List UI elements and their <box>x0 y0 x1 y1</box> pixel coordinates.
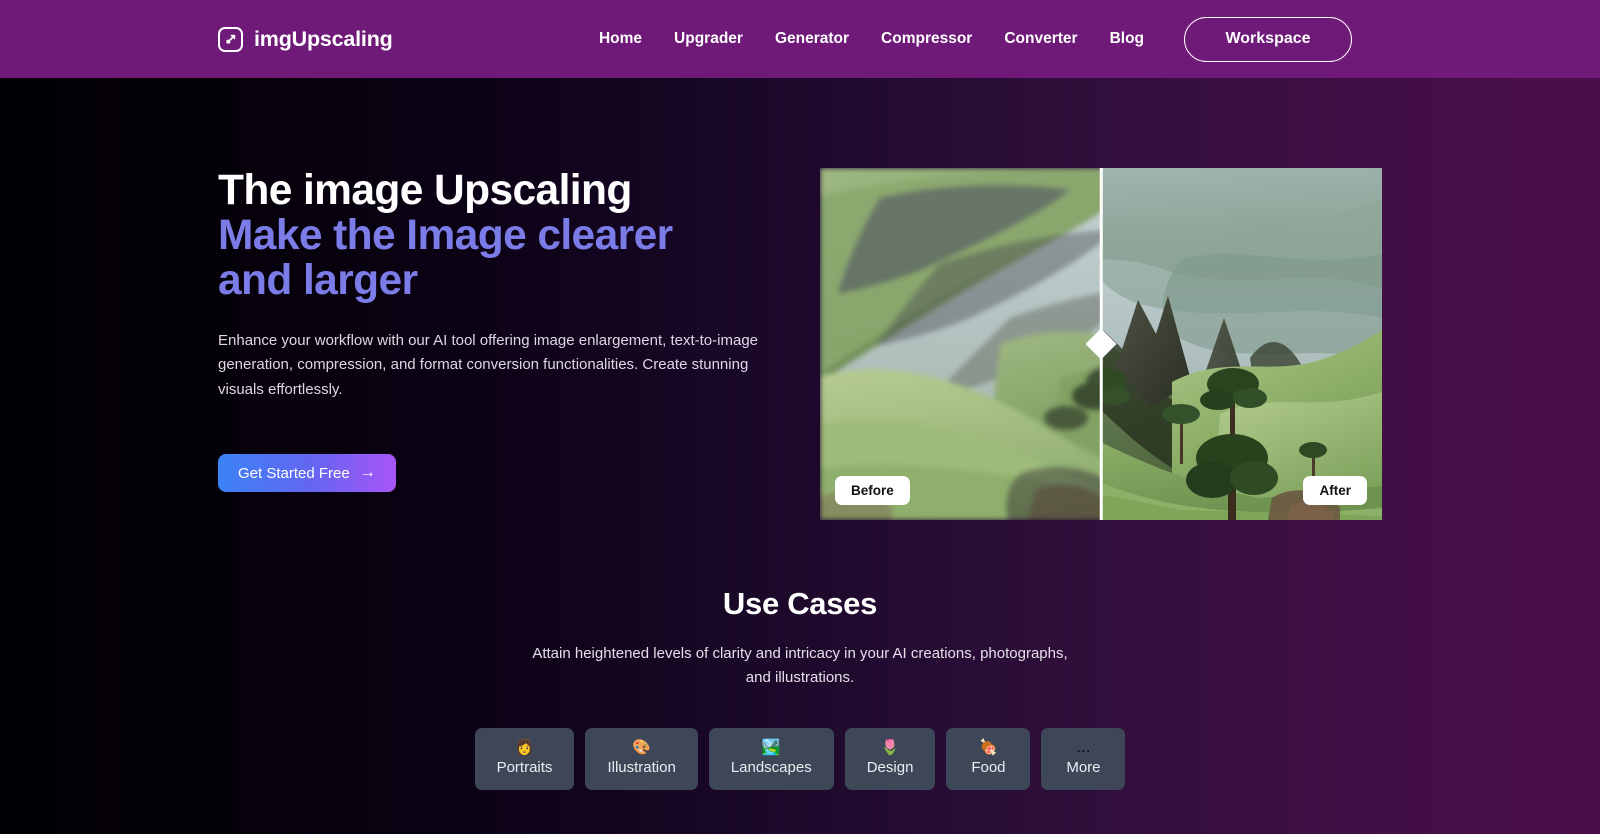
expand-arrow-square-icon <box>218 26 243 52</box>
nav-item-blog[interactable]: Blog <box>1094 30 1160 48</box>
ellipsis-icon: … <box>1075 739 1091 757</box>
use-case-chip-label: Portraits <box>496 758 553 776</box>
cta-label: Get Started Free <box>238 464 350 482</box>
use-case-chip-food[interactable]: 🍖 Food <box>946 728 1031 790</box>
use-case-chip-label: Illustration <box>607 758 676 776</box>
workspace-button[interactable]: Workspace <box>1184 16 1352 62</box>
before-label: Before <box>835 475 910 505</box>
before-after-comparison[interactable]: Before After <box>820 168 1382 520</box>
use-cases-title: Use Cases <box>722 586 878 621</box>
site-header: imgUpscaling Home Upgrader Generator Com… <box>0 0 1600 78</box>
nav-item-generator[interactable]: Generator <box>759 30 865 48</box>
use-cases-section: Use Cases Attain heightened levels of cl… <box>0 586 1600 790</box>
after-label: After <box>1303 475 1367 505</box>
brand-logo[interactable]: imgUpscaling <box>218 26 393 52</box>
use-case-chip-illustration[interactable]: 🎨 Illustration <box>585 728 698 790</box>
use-case-chip-label: Food <box>971 758 1006 776</box>
hero-title-line-2: Make the Image clearer <box>218 212 673 260</box>
use-case-chip-portraits[interactable]: 👩 Portraits <box>474 728 575 790</box>
main-navigation: Home Upgrader Generator Compressor Conve… <box>583 16 1600 62</box>
use-case-chip-landscapes[interactable]: 🏞️ Landscapes <box>708 728 834 790</box>
use-case-chip-label: Design <box>866 758 914 776</box>
get-started-free-button[interactable]: Get Started Free → <box>218 454 396 493</box>
nav-item-converter[interactable]: Converter <box>988 30 1093 48</box>
use-case-chip-label: Landscapes <box>730 758 812 776</box>
use-cases-chip-list: 👩 Portraits 🎨 Illustration 🏞️ Landscapes… <box>0 728 1600 790</box>
nav-item-home[interactable]: Home <box>583 30 658 48</box>
nav-item-upgrader[interactable]: Upgrader <box>658 30 759 48</box>
person-icon: 👩 <box>515 739 534 757</box>
page-title: The image Upscaling Make the Image clear… <box>218 168 760 303</box>
nav-item-compressor[interactable]: Compressor <box>865 30 988 48</box>
use-cases-subtitle: Attain heightened levels of clarity and … <box>532 645 1068 686</box>
hero-title-line-1: The image Upscaling <box>218 167 632 214</box>
meat-on-bone-icon: 🍖 <box>979 739 998 757</box>
palette-icon: 🎨 <box>632 739 651 757</box>
use-case-chip-label: More <box>1066 758 1101 776</box>
use-case-chip-more[interactable]: … More <box>1041 728 1126 790</box>
hero-section: The image Upscaling Make the Image clear… <box>0 78 1600 520</box>
hero-cta-row: Get Started Free → <box>218 454 760 493</box>
brand-name: imgUpscaling <box>254 26 393 51</box>
arrow-right-icon: → <box>359 464 376 482</box>
hero-copy: The image Upscaling Make the Image clear… <box>218 168 760 493</box>
tulip-icon: 🌷 <box>880 739 900 757</box>
hero-description: Enhance your workflow with our AI tool o… <box>218 332 758 398</box>
use-case-chip-design[interactable]: 🌷 Design <box>844 728 936 790</box>
national-park-icon: 🏞️ <box>761 739 781 757</box>
hero-title-line-3: and larger <box>218 257 418 305</box>
